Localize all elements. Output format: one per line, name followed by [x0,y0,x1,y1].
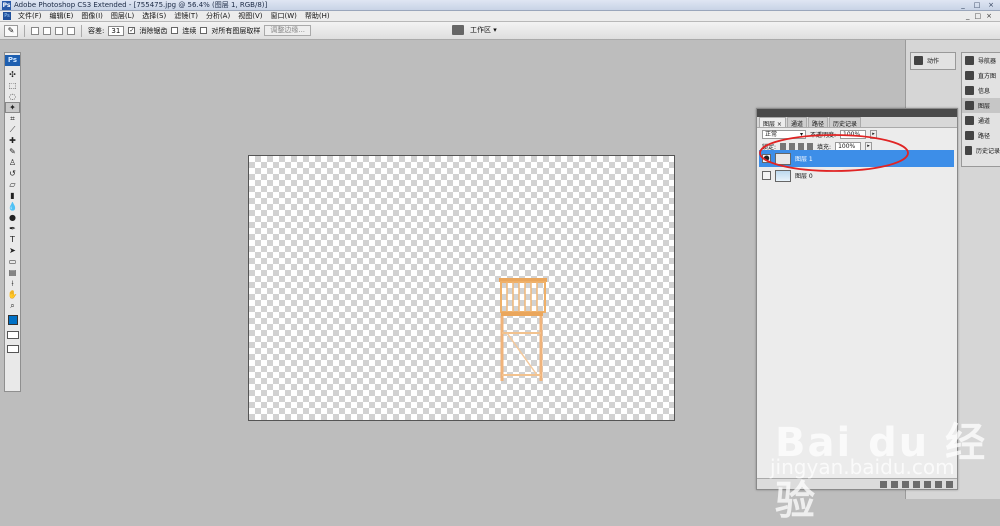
history-icon [965,146,972,155]
divider [24,24,25,37]
info-icon [965,86,974,95]
refine-edge-button[interactable]: 调整边缘... [264,25,312,36]
ps-menu-icon[interactable]: Ps [3,12,11,20]
contiguous-label: 连续 [182,26,197,35]
divider [81,24,82,37]
menu-file[interactable]: 文件(F) [14,11,46,21]
antialias-label: 消除锯齿 [139,26,168,35]
doc-close-button[interactable]: × [986,12,992,20]
layers-icon [965,101,974,110]
zoom-tool-icon[interactable]: ⌕ [6,301,19,310]
intersect-selection-icon[interactable] [67,26,75,35]
move-tool-icon[interactable]: ✣ [6,70,19,79]
annotation-ellipse [759,134,909,172]
quick-mask-icon[interactable] [6,331,19,339]
all-layers-label: 对所有图层取样 [211,26,261,35]
menu-image[interactable]: 图像(I) [77,11,107,21]
layers-panel-button[interactable]: 图层 [962,98,1000,113]
workspace-menu[interactable]: 工作区 ▾ [470,25,497,35]
document-controls: _ □ × [966,12,1000,20]
pen-tool-icon[interactable]: ✒ [6,224,19,233]
watermark-url: jingyan.baidu.com [770,455,955,479]
menu-analysis[interactable]: 分析(A) [202,11,234,21]
tolerance-label: 容差: [88,26,105,35]
menu-filter[interactable]: 滤镜(T) [170,11,202,21]
history-panel-button[interactable]: 历史记录 [962,143,1000,158]
screen-mode-icon[interactable] [6,345,19,353]
shape-tool-icon[interactable]: ▭ [6,257,19,266]
maximize-button[interactable]: □ [972,1,982,9]
camera-icon[interactable] [452,25,464,35]
photoshop-app-icon: Ps [2,0,11,10]
navigator-icon [965,56,974,65]
contiguous-checkbox[interactable] [171,27,179,34]
add-selection-icon[interactable] [43,26,51,35]
toolbox: Ps ✣ ⬚ ◌ ✦ ⌗ ⟋ ✚ ✎ ♙ ↺ ▱ ▮ 💧 ● ✒ T ➤ ▭ ▤… [4,52,21,392]
magic-wand-tool-preset-icon[interactable]: ✎ [4,24,18,37]
magic-wand-tool-icon[interactable]: ✦ [5,102,20,113]
workspace-switcher: 工作区 ▾ [452,25,497,35]
new-selection-icon[interactable] [31,26,39,35]
layers-panel-tabs: 图层 × 通道 路径 历史记录 [757,117,957,128]
clone-stamp-icon[interactable]: ♙ [6,158,19,167]
menu-help[interactable]: 帮助(H) [301,11,334,21]
chair-image [499,278,547,381]
hand-tool-icon[interactable]: ✋ [6,290,19,299]
eraser-tool-icon[interactable]: ▱ [6,180,19,189]
foreground-color-swatch[interactable] [7,315,18,325]
histogram-icon [965,71,974,80]
paths-icon [965,131,974,140]
doc-restore-button[interactable]: □ [975,12,982,20]
channels-icon [965,116,974,125]
actions-icon [914,56,923,65]
slice-tool-icon[interactable]: ⟋ [6,125,19,134]
channels-panel-button[interactable]: 通道 [962,113,1000,128]
doc-minimize-button[interactable]: _ [966,12,970,20]
path-selection-icon[interactable]: ➤ [6,246,19,255]
tab-layers[interactable]: 图层 × [759,117,786,128]
menu-layer[interactable]: 图层(L) [107,11,138,21]
navigator-panel-button[interactable]: 导航器 [962,53,1000,68]
main-panel-column: 导航器 直方图 信息 图层 通道 路径 历史记录 [961,52,1000,167]
title-bar: Ps Adobe Photoshop CS3 Extended - [75547… [0,0,1000,11]
paths-panel-button[interactable]: 路径 [962,128,1000,143]
window-controls: _ □ × [958,1,1000,9]
window-title: Adobe Photoshop CS3 Extended - [755475.j… [14,1,268,9]
eyedropper-tool-icon[interactable]: ⟊ [6,279,19,288]
actions-panel-column: 动作 [910,52,956,70]
document-canvas[interactable] [248,155,675,421]
options-bar: ✎ 容差: 31 ✓ 消除锯齿 连续 对所有图层取样 调整边缘... 工作区 ▾ [0,22,1000,40]
all-layers-checkbox[interactable] [200,27,208,34]
menu-edit[interactable]: 编辑(E) [46,11,78,21]
brush-tool-icon[interactable]: ✎ [6,147,19,156]
tolerance-input[interactable]: 31 [108,25,125,36]
ps-logo[interactable]: Ps [5,55,20,66]
panel-drag-handle[interactable] [757,109,957,117]
notes-tool-icon[interactable]: ▤ [6,268,19,277]
subtract-selection-icon[interactable] [55,26,63,35]
marquee-tool-icon[interactable]: ⬚ [6,81,19,90]
lasso-tool-icon[interactable]: ◌ [6,92,19,101]
actions-panel-button[interactable]: 动作 [911,53,955,68]
menu-bar: Ps 文件(F) 编辑(E) 图像(I) 图层(L) 选择(S) 滤镜(T) 分… [0,11,1000,22]
close-button[interactable]: × [986,1,996,9]
healing-brush-icon[interactable]: ✚ [6,136,19,145]
crop-tool-icon[interactable]: ⌗ [6,114,19,123]
menu-view[interactable]: 视图(V) [234,11,266,21]
blur-tool-icon[interactable]: 💧 [6,202,19,211]
history-brush-icon[interactable]: ↺ [6,169,19,178]
type-tool-icon[interactable]: T [6,235,19,244]
tab-paths[interactable]: 路径 [807,117,828,128]
tab-channels[interactable]: 通道 [786,117,807,128]
baidu-watermark: Bai du 经验 jingyan.baidu.com [765,390,995,524]
menu-select[interactable]: 选择(S) [138,11,170,21]
menu-window[interactable]: 窗口(W) [266,11,300,21]
info-panel-button[interactable]: 信息 [962,83,1000,98]
tab-history[interactable]: 历史记录 [828,117,861,128]
histogram-panel-button[interactable]: 直方图 [962,68,1000,83]
minimize-button[interactable]: _ [958,1,968,9]
dodge-tool-icon[interactable]: ● [6,213,19,222]
gradient-tool-icon[interactable]: ▮ [6,191,19,200]
antialias-checkbox[interactable]: ✓ [128,27,136,34]
